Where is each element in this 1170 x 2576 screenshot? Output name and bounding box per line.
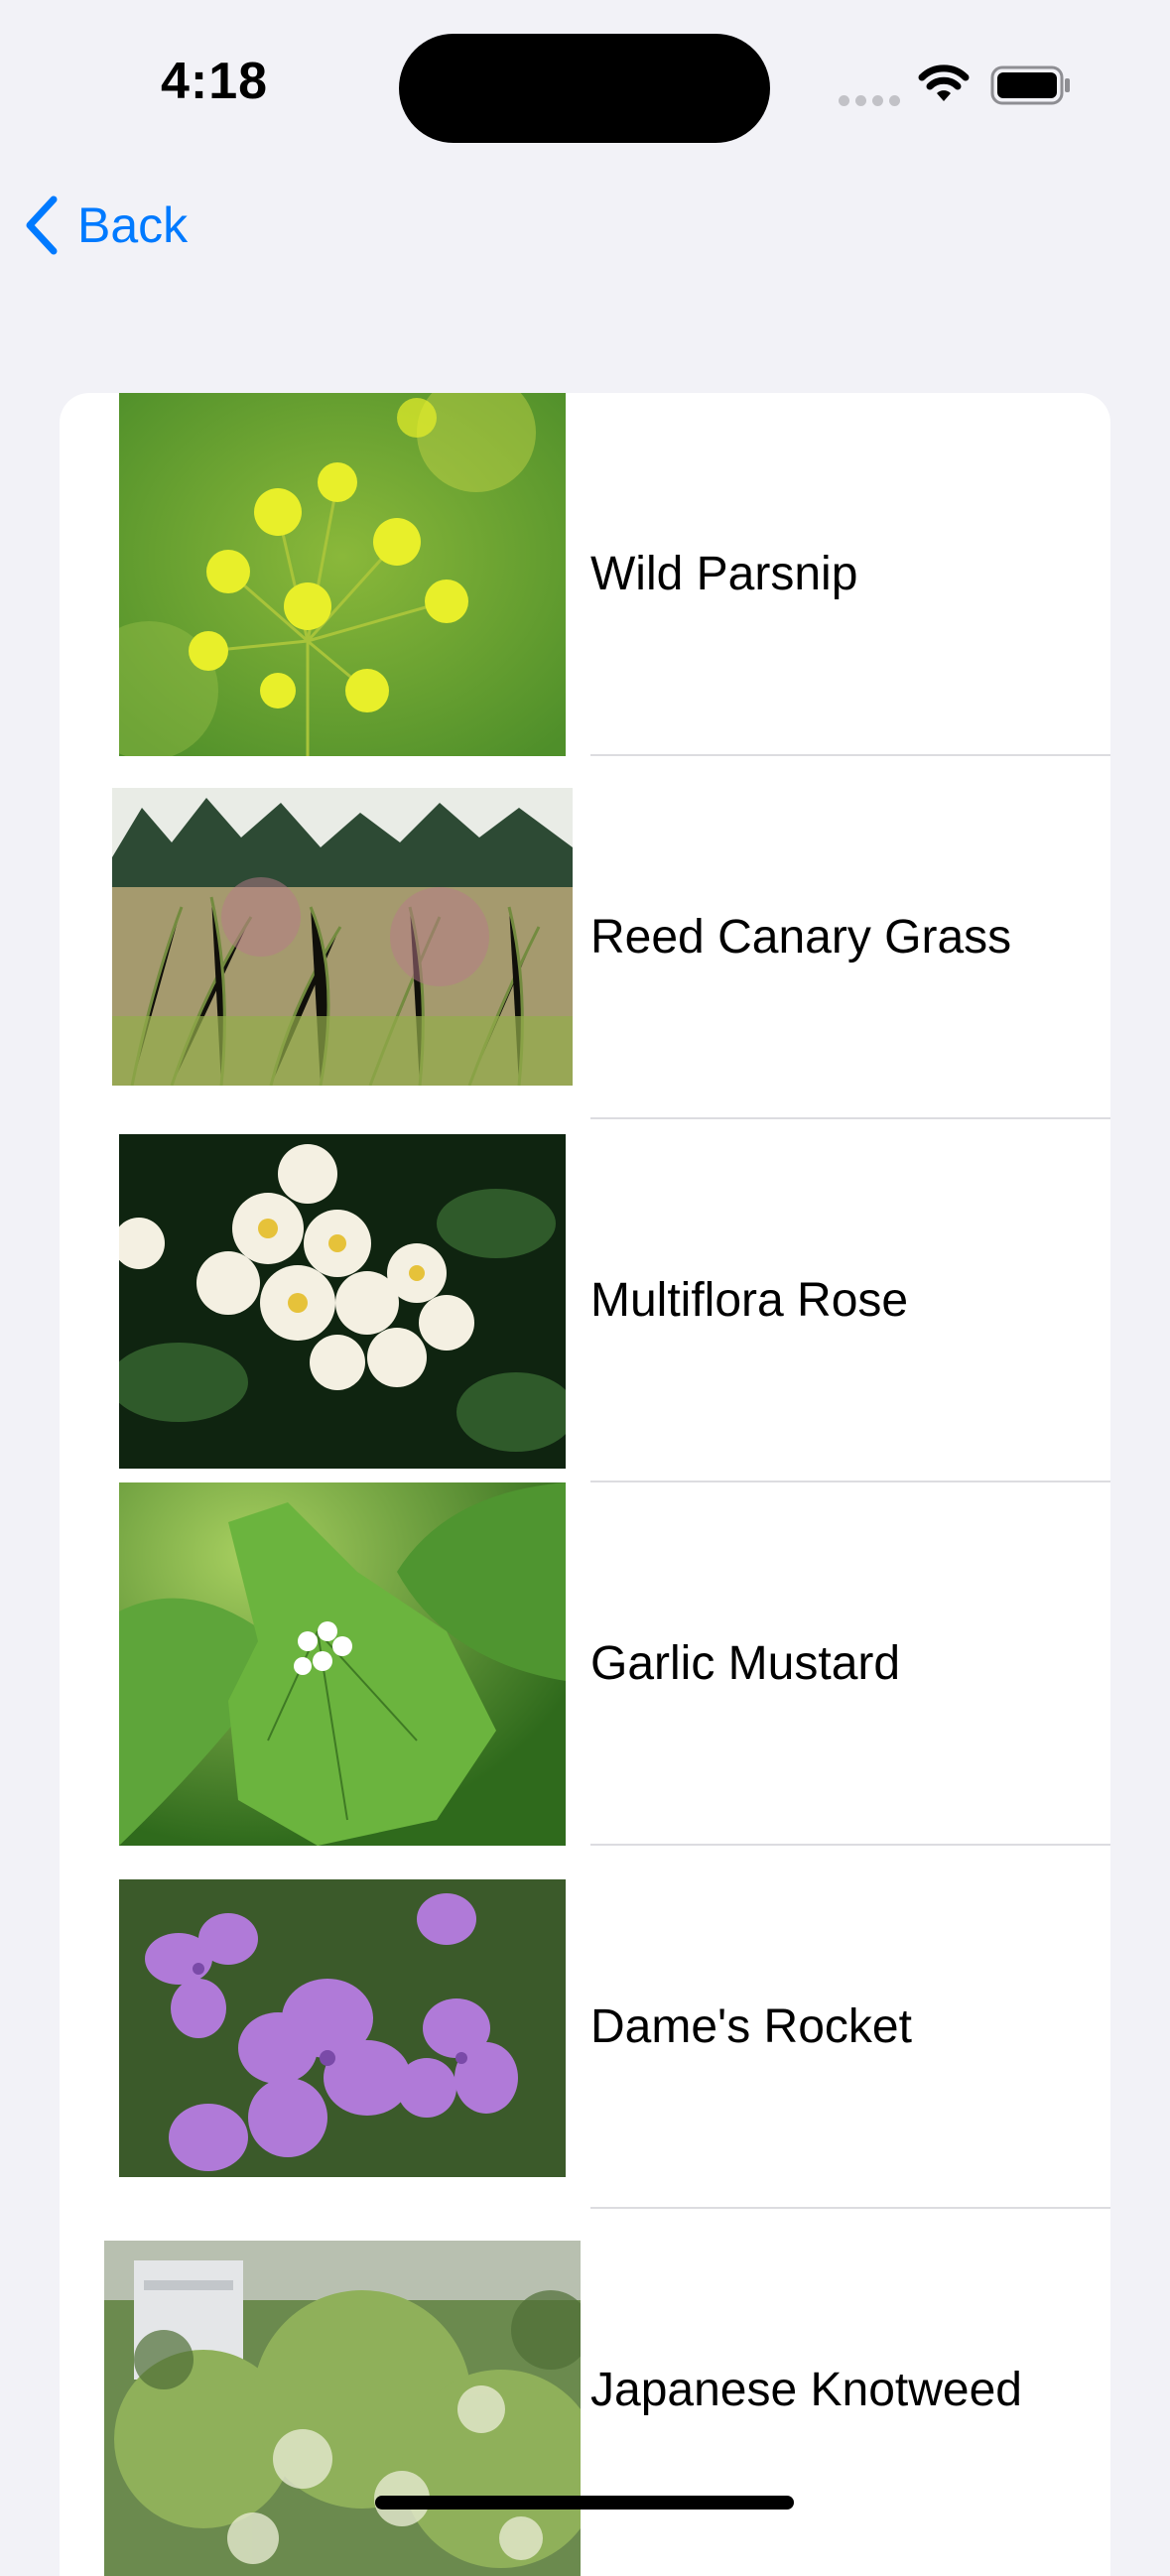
multiflora-rose-photo	[119, 1134, 566, 1469]
garlic-mustard-photo	[119, 1482, 566, 1846]
chevron-left-icon	[26, 195, 58, 255]
list-item[interactable]: Multiflora Rose	[60, 1119, 1110, 1482]
plant-list: Wild Parsnip Reed Canary Grass Multiflor…	[60, 393, 1110, 2576]
list-item[interactable]: Wild Parsnip	[60, 393, 1110, 756]
wifi-icon	[918, 64, 970, 101]
list-item[interactable]: Garlic Mustard	[60, 1482, 1110, 1846]
home-indicator[interactable]	[375, 2496, 794, 2510]
plant-name: Reed Canary Grass	[590, 911, 1012, 964]
back-button[interactable]: Back	[24, 191, 188, 260]
plant-name: Wild Parsnip	[590, 548, 858, 600]
back-label: Back	[77, 197, 189, 253]
wild-parsnip-photo	[119, 393, 566, 756]
cellular-signal-icon	[839, 93, 906, 111]
plant-name: Dame's Rocket	[590, 2000, 912, 2053]
plant-name: Multiflora Rose	[590, 1274, 909, 1327]
dynamic-island	[399, 34, 770, 143]
list-item[interactable]: Reed Canary Grass	[60, 756, 1110, 1119]
list-item[interactable]: Japanese Knotweed	[60, 2209, 1110, 2576]
reed-canary-grass-photo	[112, 788, 573, 1086]
battery-icon	[990, 65, 1070, 105]
dames-rocket-photo	[119, 1879, 566, 2177]
plant-name: Japanese Knotweed	[590, 2364, 1022, 2416]
status-bar: 4:18	[0, 0, 1170, 169]
status-time: 4:18	[161, 53, 269, 110]
japanese-knotweed-photo	[104, 2241, 581, 2576]
plant-name: Garlic Mustard	[590, 1637, 901, 1690]
list-item[interactable]: Dame's Rocket	[60, 1846, 1110, 2209]
